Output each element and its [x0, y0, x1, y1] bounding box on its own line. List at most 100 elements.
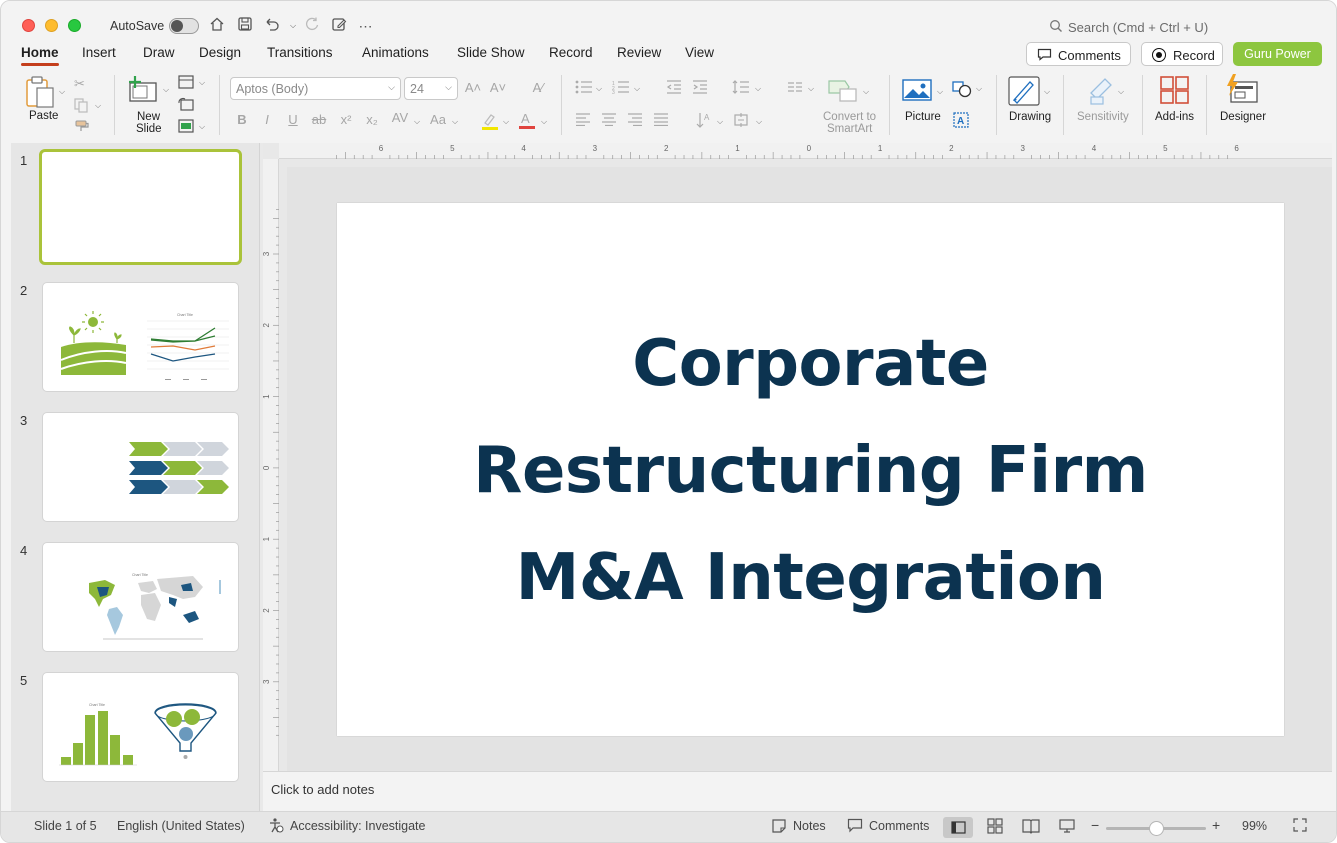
add-ins-icon[interactable]	[1160, 76, 1190, 107]
tab-draw[interactable]: Draw	[143, 45, 175, 60]
slide-thumbnail-1[interactable]	[39, 149, 242, 265]
layout-icon[interactable]	[178, 75, 194, 92]
paste-icon[interactable]	[23, 75, 59, 109]
record-button[interactable]: Record	[1141, 42, 1223, 66]
close-window-button[interactable]	[22, 19, 35, 32]
align-right-icon[interactable]	[627, 113, 643, 129]
tab-slide-show[interactable]: Slide Show	[457, 45, 525, 60]
clear-formatting-icon[interactable]: A∕	[529, 80, 547, 95]
font-name-combo[interactable]: Aptos (Body) ⌵	[230, 77, 401, 100]
character-spacing-dropdown-icon[interactable]: ⌵	[414, 117, 420, 127]
format-painter-icon[interactable]	[74, 119, 90, 136]
align-center-icon[interactable]	[601, 113, 617, 129]
zoom-slider-handle[interactable]	[1149, 821, 1164, 836]
slide-show-icon[interactable]	[1059, 818, 1075, 837]
tab-record[interactable]: Record	[549, 45, 593, 60]
notes-toggle[interactable]: Notes	[793, 819, 826, 833]
minimize-window-button[interactable]	[45, 19, 58, 32]
zoom-out-icon[interactable]: −	[1091, 817, 1099, 833]
sensitivity-icon[interactable]	[1087, 75, 1115, 108]
subscript-icon[interactable]: x₂	[363, 112, 381, 127]
text-direction-icon[interactable]: A	[696, 111, 712, 132]
change-case-icon[interactable]: Aa	[427, 112, 449, 127]
drawing-icon[interactable]	[1008, 76, 1040, 109]
numbering-icon[interactable]: 123	[612, 80, 630, 97]
tab-transitions[interactable]: Transitions	[267, 45, 333, 60]
slide-sorter-icon[interactable]	[987, 818, 1003, 837]
align-text-icon[interactable]	[733, 112, 751, 131]
maximize-window-button[interactable]	[68, 19, 81, 32]
comments-status-icon[interactable]	[847, 818, 863, 836]
columns-icon[interactable]	[787, 81, 803, 96]
font-color-dropdown-icon[interactable]: ⌵	[541, 117, 547, 127]
sensitivity-dropdown-icon[interactable]: ⌵	[1118, 87, 1124, 97]
align-left-icon[interactable]	[575, 113, 591, 129]
language-status[interactable]: English (United States)	[117, 819, 245, 833]
underline-icon[interactable]: U	[284, 112, 302, 127]
character-spacing-icon[interactable]: AV	[389, 110, 411, 125]
comments-button[interactable]: Comments	[1026, 42, 1131, 66]
align-text-dropdown-icon[interactable]: ⌵	[756, 117, 762, 127]
italic-icon[interactable]: I	[258, 112, 276, 127]
redo-icon[interactable]	[302, 16, 322, 36]
normal-view-button[interactable]	[943, 817, 973, 838]
convert-to-smartart-icon[interactable]	[827, 77, 859, 106]
undo-icon[interactable]	[262, 16, 282, 36]
layout-dropdown-icon[interactable]: ⌵	[199, 78, 205, 88]
cut-icon[interactable]: ✂	[74, 76, 85, 92]
save-icon[interactable]	[235, 16, 255, 36]
current-slide[interactable]: Corporate Restructuring Firm M&A Integra…	[337, 203, 1284, 736]
designer-icon[interactable]	[1225, 74, 1259, 107]
line-spacing-icon[interactable]	[732, 79, 750, 98]
superscript-icon[interactable]: x²	[337, 112, 355, 127]
section-icon[interactable]	[178, 119, 194, 136]
notes-pane[interactable]: Click to add notes	[263, 771, 1332, 811]
slide-title-textbox[interactable]: Corporate Restructuring Firm M&A Integra…	[337, 311, 1284, 632]
copy-dropdown-icon[interactable]: ⌵	[95, 101, 101, 111]
accessibility-status[interactable]: Accessibility: Investigate	[290, 819, 425, 833]
guru-power-button[interactable]: Guru Power	[1233, 42, 1322, 66]
new-slide-dropdown-icon[interactable]: ⌵	[163, 85, 169, 95]
highlight-dropdown-icon[interactable]: ⌵	[503, 117, 509, 127]
copy-icon[interactable]	[73, 97, 89, 116]
more-options-icon[interactable]: ⋯	[356, 16, 376, 36]
font-color-icon[interactable]: A	[518, 110, 536, 133]
bullets-icon[interactable]	[575, 80, 593, 97]
numbering-dropdown-icon[interactable]: ⌵	[634, 84, 640, 94]
drawing-dropdown-icon[interactable]: ⌵	[1044, 87, 1050, 97]
tab-design[interactable]: Design	[199, 45, 241, 60]
justify-icon[interactable]	[653, 113, 669, 129]
tab-home[interactable]: Home	[21, 45, 59, 66]
slide-thumbnails-panel[interactable]: 1 2 Chart Title 3 4 Chart Title 5 Chart …	[11, 143, 259, 811]
picture-icon[interactable]	[902, 78, 932, 105]
increase-font-size-icon[interactable]: A˄	[464, 80, 482, 95]
columns-dropdown-icon[interactable]: ⌵	[808, 84, 814, 94]
increase-indent-icon[interactable]	[692, 80, 708, 97]
text-direction-dropdown-icon[interactable]: ⌵	[717, 117, 723, 127]
reset-slide-icon[interactable]	[178, 97, 194, 114]
slide-thumbnail-3[interactable]	[42, 412, 239, 522]
decrease-indent-icon[interactable]	[666, 80, 682, 97]
shapes-dropdown-icon[interactable]: ⌵	[976, 84, 982, 94]
strikethrough-icon[interactable]: ab	[310, 112, 328, 127]
zoom-in-icon[interactable]: +	[1212, 817, 1220, 833]
zoom-level[interactable]: 99%	[1242, 819, 1267, 833]
smartart-dropdown-icon[interactable]: ⌵	[863, 87, 869, 97]
decrease-font-size-icon[interactable]: A˅	[489, 80, 507, 95]
slide-thumbnail-2[interactable]: Chart Title	[42, 282, 239, 392]
tab-review[interactable]: Review	[617, 45, 661, 60]
shapes-icon[interactable]	[952, 80, 972, 101]
accessibility-icon[interactable]	[268, 817, 284, 836]
tab-view[interactable]: View	[685, 45, 714, 60]
notes-icon[interactable]	[771, 818, 787, 837]
reading-view-icon[interactable]	[1022, 818, 1040, 837]
change-case-dropdown-icon[interactable]: ⌵	[452, 117, 458, 127]
new-slide-icon[interactable]	[128, 75, 158, 105]
edit-document-icon[interactable]	[329, 16, 349, 36]
line-spacing-dropdown-icon[interactable]: ⌵	[755, 84, 761, 94]
autosave-toggle[interactable]	[169, 18, 199, 34]
picture-dropdown-icon[interactable]: ⌵	[937, 87, 943, 97]
section-dropdown-icon[interactable]: ⌵	[199, 122, 205, 132]
text-box-icon[interactable]: A	[953, 112, 969, 131]
home-icon[interactable]	[207, 16, 227, 36]
